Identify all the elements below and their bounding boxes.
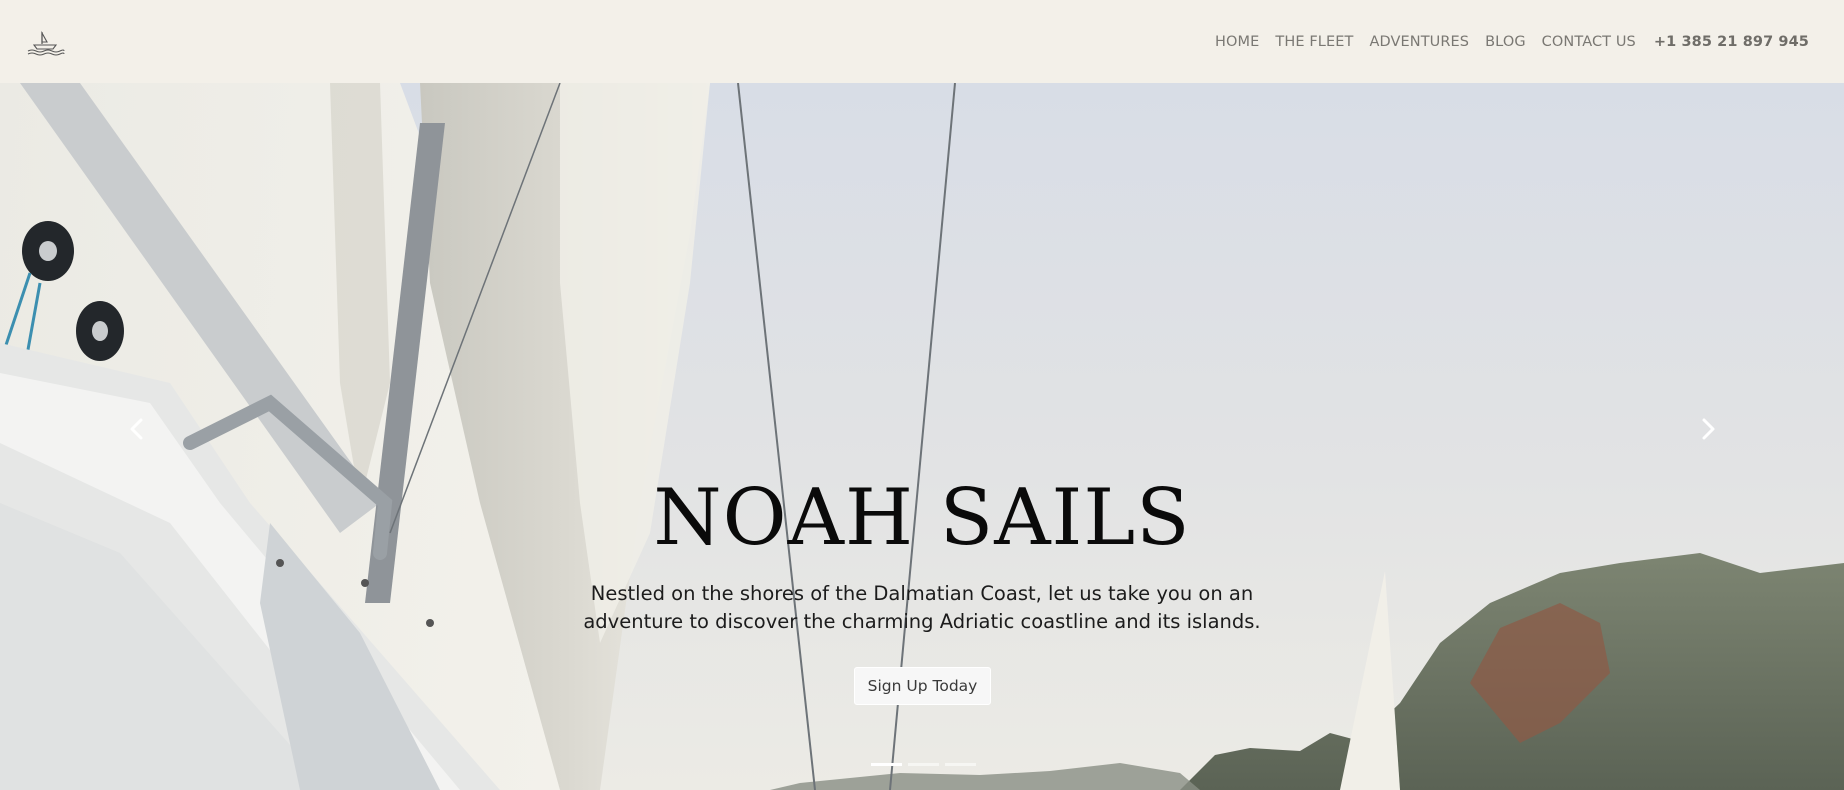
carousel-indicator-2[interactable] xyxy=(908,763,939,766)
sailboat-icon[interactable] xyxy=(26,28,66,56)
nav-adventures[interactable]: ADVENTURES xyxy=(1369,34,1469,50)
site-header: HOME THE FLEET ADVENTURES BLOG CONTACT U… xyxy=(0,0,1844,83)
hero-carousel: NOAH SAILS Nestled on the shores of the … xyxy=(0,83,1844,790)
carousel-indicators xyxy=(871,763,976,766)
nav-home[interactable]: HOME xyxy=(1215,34,1259,50)
chevron-left-icon xyxy=(130,418,143,440)
chevron-right-icon xyxy=(1702,418,1715,440)
carousel-next-button[interactable] xyxy=(1697,416,1719,442)
sign-up-button[interactable]: Sign Up Today xyxy=(854,667,991,705)
hero-title: NOAH SAILS xyxy=(653,473,1191,563)
hero-subtitle: Nestled on the shores of the Dalmatian C… xyxy=(572,580,1272,636)
carousel-indicator-1[interactable] xyxy=(871,763,902,766)
carousel-indicator-3[interactable] xyxy=(945,763,976,766)
hero-subtitle-line-2: adventure to discover the charming Adria… xyxy=(583,610,1261,633)
main-nav: HOME THE FLEET ADVENTURES BLOG CONTACT U… xyxy=(1215,0,1809,83)
nav-blog[interactable]: BLOG xyxy=(1485,34,1526,50)
nav-contact-us[interactable]: CONTACT US xyxy=(1542,34,1636,50)
nav-the-fleet[interactable]: THE FLEET xyxy=(1275,34,1353,50)
carousel-prev-button[interactable] xyxy=(126,416,148,442)
phone-link[interactable]: +1 385 21 897 945 xyxy=(1654,34,1809,50)
hero-subtitle-line-1: Nestled on the shores of the Dalmatian C… xyxy=(590,582,1254,605)
